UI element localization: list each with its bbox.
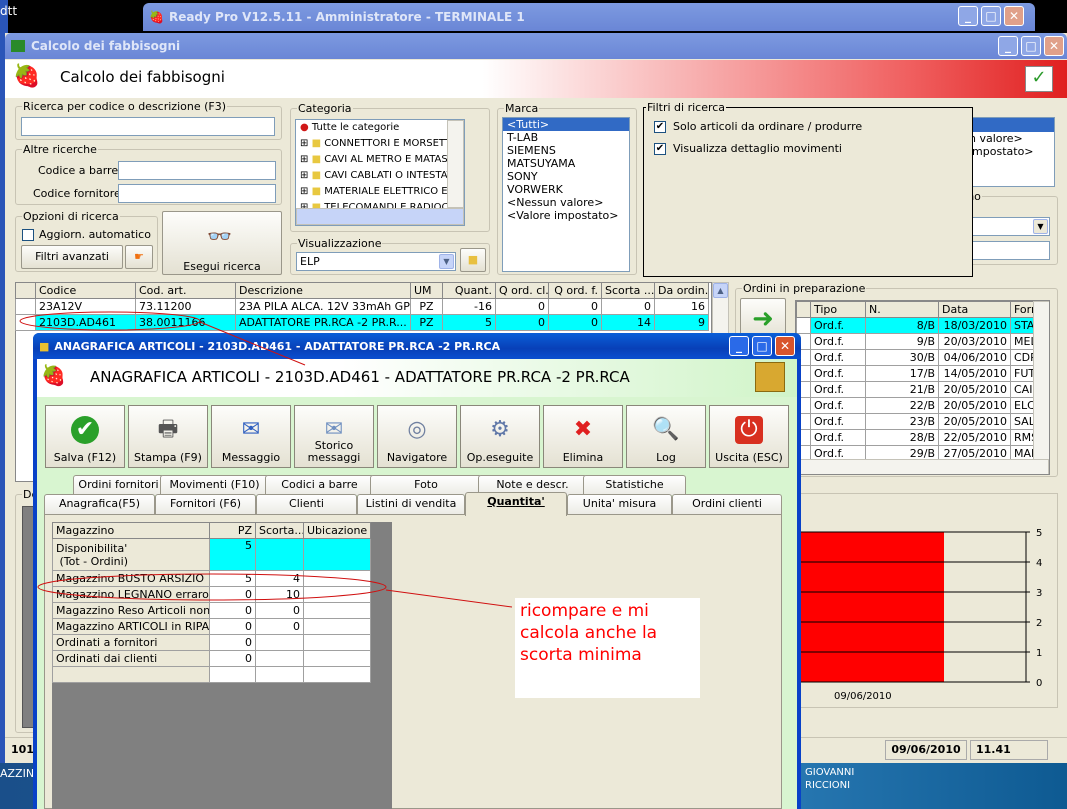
highlight-ellipse xyxy=(19,311,201,331)
annotation-line xyxy=(385,589,513,608)
tab[interactable]: Quantita' xyxy=(465,492,567,516)
annotation-note: ricompare e mi calcola anche la scorta m… xyxy=(515,598,700,698)
highlight-ellipse xyxy=(37,573,387,601)
annotation-line xyxy=(199,321,306,366)
